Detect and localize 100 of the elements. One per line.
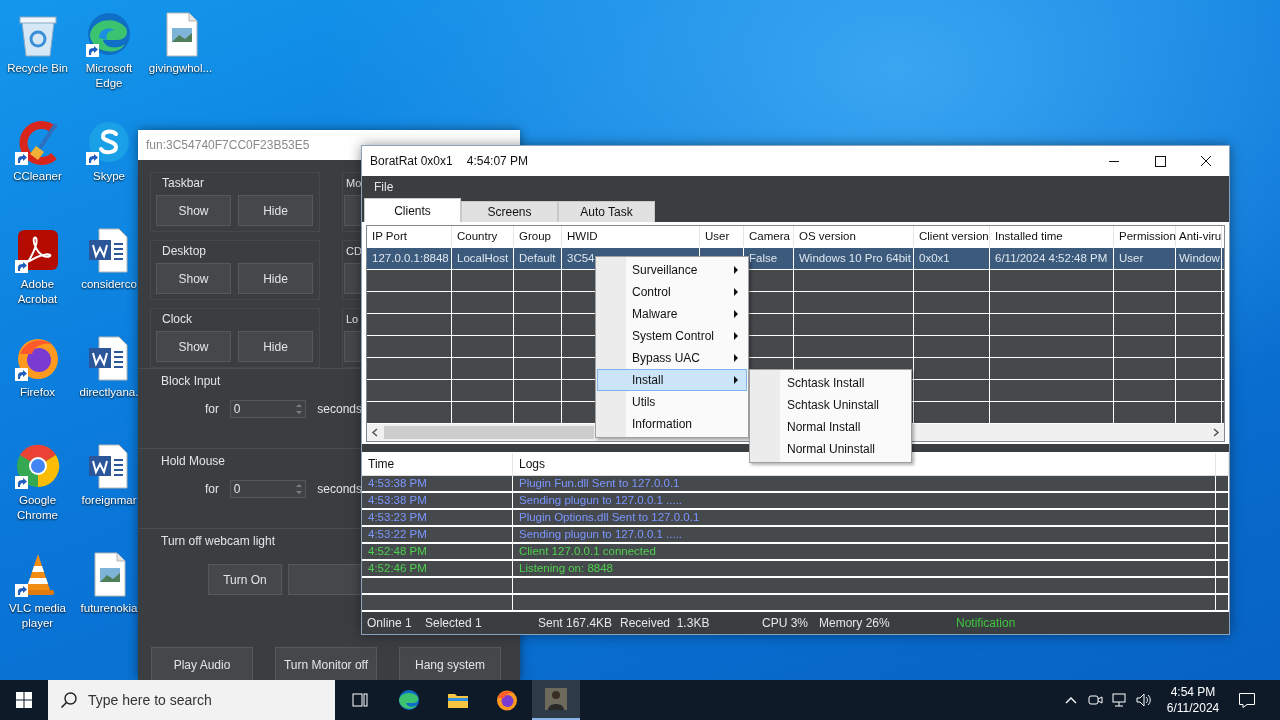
- column-header[interactable]: Permission: [1114, 226, 1176, 247]
- toggle-button[interactable]: Hide: [238, 263, 313, 294]
- action-button[interactable]: Turn Monitor off: [275, 647, 377, 680]
- menu-item[interactable]: Utils: [597, 391, 747, 413]
- status-text: Selected 1: [425, 616, 483, 630]
- toggle-button[interactable]: Show: [156, 263, 231, 294]
- column-header[interactable]: IP Port: [367, 226, 452, 247]
- menu-item[interactable]: Install: [597, 369, 747, 391]
- submenu-arrow-icon: [732, 331, 740, 341]
- table-cell: Default: [514, 248, 562, 269]
- group-title: Taskbar: [161, 175, 205, 192]
- number-field[interactable]: 0: [229, 480, 307, 498]
- status-text: CPU 3%: [762, 616, 809, 630]
- unit-label: seconds: [317, 402, 362, 416]
- table-cell: Windows 10 Pro 64bit: [794, 248, 914, 269]
- column-header[interactable]: Installed time: [990, 226, 1114, 247]
- desktop-icon-label[interactable]: futurenokia: [80, 601, 138, 616]
- toggle-button[interactable]: Hide: [238, 195, 313, 226]
- fox-logo-icon[interactable]: [495, 688, 519, 712]
- submenu-arrow-icon: [732, 353, 740, 363]
- column-header[interactable]: User: [700, 226, 744, 247]
- log-message: Listening on: 8848: [513, 561, 1216, 576]
- toggle-button[interactable]: Hide: [238, 331, 313, 362]
- desktop-icon-label[interactable]: CCleaner: [13, 169, 62, 184]
- tab[interactable]: Auto Task: [558, 201, 655, 222]
- section-title: Hold Mouse: [160, 453, 226, 468]
- desktop-icon-label[interactable]: Google Chrome: [1, 493, 74, 523]
- group-title: Mo: [345, 176, 362, 191]
- clock-date[interactable]: 6/11/2024: [1166, 700, 1220, 716]
- desktop-icon-label[interactable]: foreignmar: [81, 493, 137, 508]
- submenu-arrow-icon: [732, 287, 740, 297]
- table-cell: 6/11/2024 4:52:48 PM: [990, 248, 1114, 269]
- desktop-icon-label[interactable]: Firefox: [19, 385, 56, 400]
- toggle-button[interactable]: Show: [156, 331, 231, 362]
- action-button[interactable]: Hang system: [399, 647, 501, 680]
- number-field[interactable]: 0: [229, 400, 307, 418]
- column-header[interactable]: Country: [452, 226, 514, 247]
- desktop-icon-label[interactable]: Adobe Acrobat: [1, 277, 74, 307]
- submenu-arrow-icon: [732, 265, 740, 275]
- log-message: Sending plugun to 127.0.0.1 .....: [513, 493, 1216, 508]
- column-header[interactable]: Anti-viru: [1176, 226, 1222, 247]
- video-call-icon[interactable]: [1087, 692, 1103, 708]
- windows-logo-icon[interactable]: [16, 692, 32, 708]
- status-text: Received 1.3KB: [620, 616, 711, 630]
- group-title: Lo: [345, 312, 359, 327]
- field-label: for: [205, 482, 220, 496]
- menu-item[interactable]: Normal Install: [751, 416, 910, 438]
- status-text: Memory 26%: [819, 616, 891, 630]
- volume-icon[interactable]: [1135, 692, 1151, 708]
- turn-on-button[interactable]: Turn On: [208, 564, 282, 595]
- table-cell: 0x0x1: [914, 248, 990, 269]
- toggle-button[interactable]: Show: [156, 195, 231, 226]
- menu-item[interactable]: Schtask Uninstall: [751, 394, 910, 416]
- menu-item[interactable]: Bypass UAC: [597, 347, 747, 369]
- menu-item[interactable]: System Control: [597, 325, 747, 347]
- network-icon[interactable]: [1111, 692, 1127, 708]
- status-text: Online 1: [367, 616, 413, 630]
- person-icon[interactable]: [544, 687, 568, 711]
- column-header[interactable]: Time: [362, 453, 513, 475]
- log-message: Plugin Options.dll Sent to 127.0.0.1: [513, 510, 1216, 525]
- table-cell: 127.0.0.1:8848: [367, 248, 452, 269]
- submenu-arrow-icon: [732, 309, 740, 319]
- tab[interactable]: Screens: [461, 201, 558, 222]
- swirl-logo-icon[interactable]: [397, 688, 421, 712]
- log-time: 4:52:48 PM: [362, 544, 513, 559]
- log-message: Client 127.0.0.1 connected: [513, 544, 1216, 559]
- menu-item[interactable]: Malware: [597, 303, 747, 325]
- desktop-icon-label[interactable]: Skype: [93, 169, 125, 184]
- section-title: Block Input: [160, 373, 221, 388]
- group-title: Clock: [161, 311, 192, 328]
- column-header[interactable]: Camera: [744, 226, 794, 247]
- menu-item[interactable]: Information: [597, 413, 747, 435]
- notification-icon[interactable]: [1238, 691, 1256, 709]
- tab[interactable]: Clients: [364, 198, 461, 222]
- column-header[interactable]: HWID: [562, 226, 700, 247]
- clock-time[interactable]: 4:54 PM: [1170, 684, 1216, 700]
- log-message: Sending plugun to 127.0.0.1 .....: [513, 527, 1216, 542]
- log-time: 4:53:38 PM: [362, 476, 513, 491]
- column-header[interactable]: Group: [514, 226, 562, 247]
- swirl-logo-icon[interactable]: [85, 10, 133, 58]
- search-icon: [60, 691, 78, 709]
- scrollbar-thumb[interactable]: [384, 426, 594, 439]
- action-button[interactable]: Play Audio: [151, 647, 253, 680]
- desktop-icon-label[interactable]: VLC media player: [1, 601, 74, 631]
- log-time: 4:53:38 PM: [362, 493, 513, 508]
- group-title: Desktop: [161, 243, 207, 260]
- desktop-icon-label[interactable]: considerco: [81, 277, 137, 292]
- desktop-icon-label[interactable]: directlyana.: [79, 385, 139, 400]
- menu-item[interactable]: Control: [597, 281, 747, 303]
- log-time: 4:53:22 PM: [362, 527, 513, 542]
- column-header[interactable]: Client version: [914, 226, 990, 247]
- table-cell: User: [1114, 248, 1176, 269]
- search-field[interactable]: Type here to search: [48, 680, 335, 720]
- menu-item[interactable]: Schtask Install: [751, 372, 910, 394]
- submenu-arrow-icon: [732, 375, 740, 385]
- column-header[interactable]: OS version: [794, 226, 914, 247]
- menu-item[interactable]: File: [374, 180, 394, 194]
- log-message: Plugin Fun.dll Sent to 127.0.0.1: [513, 476, 1216, 491]
- round-logo-icon[interactable]: [13, 442, 62, 490]
- table-cell: Window: [1176, 248, 1222, 269]
